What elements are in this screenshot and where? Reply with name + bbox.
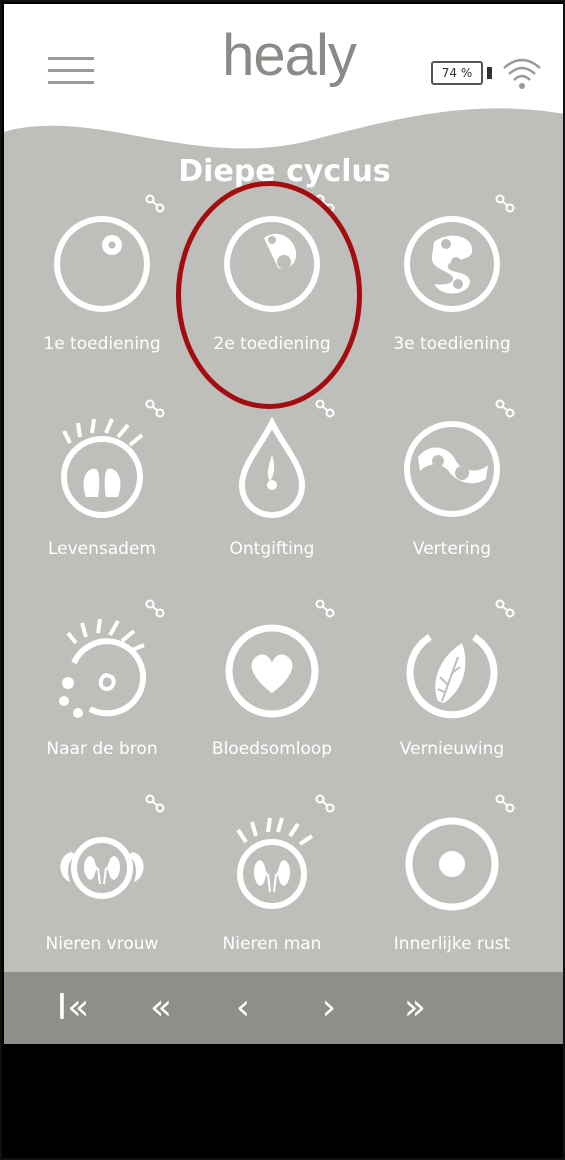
highlight-circle: [176, 181, 362, 409]
previous-button[interactable]: ‹: [218, 972, 268, 1044]
tile-label: 3e toediening: [393, 334, 511, 354]
previous-page-button[interactable]: «: [136, 972, 186, 1044]
tile-label: Innerlijke rust: [393, 934, 511, 954]
dot-circle-icon: [405, 817, 499, 911]
tile-3e-toediening[interactable]: 3e toediening: [372, 192, 532, 382]
tile-label: Ontgifting: [229, 539, 315, 559]
tile-bloedsomloop[interactable]: Bloedsomloop: [192, 597, 352, 787]
tile-ontgifting[interactable]: Ontgifting: [192, 397, 352, 587]
lungs-icon: [61, 418, 144, 518]
tile-nieren-man[interactable]: Nieren man: [192, 792, 352, 982]
heart-circle-icon: [225, 624, 319, 718]
digestion-icon: [404, 421, 500, 517]
tile-label: Nieren vrouw: [45, 934, 159, 954]
tile-vernieuwing[interactable]: Vernieuwing: [372, 597, 532, 787]
kidneys-male-icon: [236, 817, 314, 909]
tile-naar-de-bron[interactable]: Naar de bron: [22, 597, 182, 787]
single-dot-circle-icon: [54, 216, 150, 312]
tile-vertering[interactable]: Vertering: [372, 397, 532, 587]
tile-innerlijke-rust[interactable]: Innerlijke rust: [372, 792, 532, 982]
wifi-icon: [503, 58, 541, 89]
battery-indicator: 74 %: [431, 61, 483, 85]
tile-1e-toediening[interactable]: 1e toediening: [22, 192, 182, 382]
tile-label: Vertering: [412, 539, 492, 559]
phone-frame: healy 74 % Diepe cyclus 1e toediening 2e…: [0, 0, 565, 1160]
tile-label: Naar de bron: [46, 739, 158, 759]
first-page-button[interactable]: I«: [48, 972, 98, 1044]
tile-label: 1e toediening: [43, 334, 161, 354]
hamburger-menu-icon[interactable]: [48, 57, 94, 87]
leaf-icon: [406, 634, 498, 719]
tile-levensadem[interactable]: Levensadem: [22, 397, 182, 587]
tile-label: Bloedsomloop: [211, 739, 333, 759]
next-button[interactable]: ›: [304, 972, 354, 1044]
next-page-button[interactable]: »: [390, 972, 440, 1044]
tile-label: Nieren man: [222, 934, 322, 954]
pagination-bar: I« « ‹ › »: [4, 972, 563, 1044]
three-dots-circle-icon: [404, 216, 500, 312]
black-footer: [4, 1044, 563, 1158]
kidneys-female-icon: [60, 837, 144, 899]
battery-tip: [487, 67, 492, 79]
source-icon: [59, 618, 147, 718]
tile-label: Levensadem: [47, 539, 156, 559]
healy-logo: healy: [222, 23, 357, 88]
tile-nieren-vrouw[interactable]: Nieren vrouw: [22, 792, 182, 982]
droplet-icon: [238, 417, 306, 519]
tile-label: Vernieuwing: [399, 739, 505, 759]
header: healy 74 %: [4, 4, 563, 149]
